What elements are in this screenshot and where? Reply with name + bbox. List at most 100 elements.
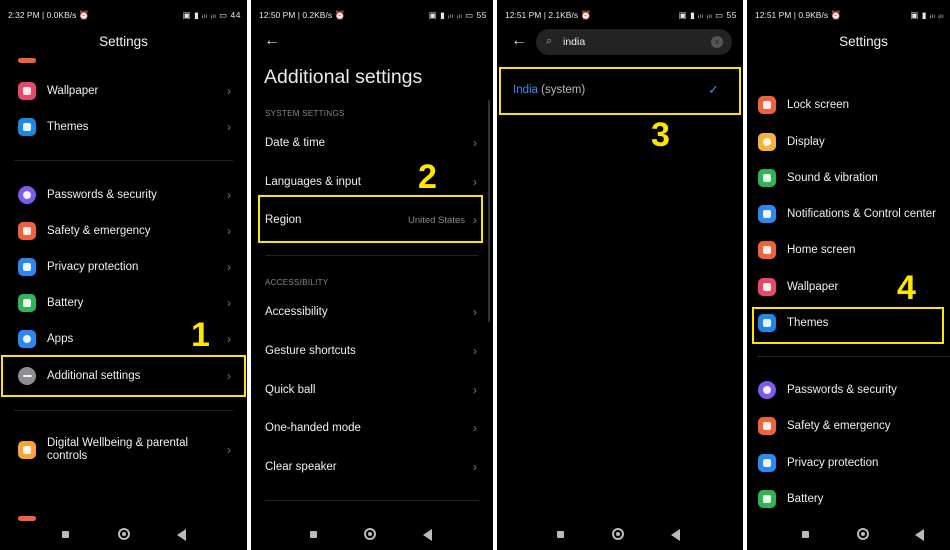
settings-item-privacy[interactable]: Privacy protection [747,446,950,480]
divider [14,160,233,161]
settings-item-wellbeing[interactable]: Digital Wellbeing & parental controls › [0,432,247,468]
panel-settings-1: 2:32 PM | 0.0KB/s ⏰ ▣ ▮ ᵢₗₗ ᵢₗₗ ▭ 44 Set… [0,0,247,550]
search-input[interactable]: ⌕ india × [536,29,732,55]
settings-item-battery[interactable]: Battery › [0,286,247,320]
emergency-icon [18,222,36,240]
chevron-right-icon: › [227,260,231,274]
settings-item-wallpaper[interactable]: Wallpaper › [0,74,247,108]
settings-item-display[interactable]: Display [747,125,950,159]
scrollbar[interactable] [488,100,490,322]
settings-item-label: Clear speaker [265,460,337,473]
status-bar: 2:32 PM | 0.0KB/s ⏰ ▣ ▮ ᵢₗₗ ᵢₗₗ ▭ 44 [0,0,247,30]
settings-item-label: Safety & emergency [47,224,151,237]
settings-item-label: Privacy protection [787,456,879,469]
wellbeing-icon [18,441,36,459]
settings-item-gesture[interactable]: Gesture shortcuts › [251,334,493,368]
home-button[interactable] [364,528,376,540]
settings-item-one-handed[interactable]: One-handed mode › [251,411,493,445]
chevron-right-icon: › [473,421,477,435]
wallpaper-icon [18,82,36,100]
settings-item-safety[interactable]: Safety & emergency [747,409,950,443]
wallpaper-icon [758,278,776,296]
highlight-box [1,355,246,397]
privacy-icon [18,258,36,276]
status-icons: ▣ ▮ ᵢₗₗ ᵢₗₗ ▭ 44 [182,10,241,20]
settings-item-safety[interactable]: Safety & emergency › [0,214,247,248]
status-icons: ▣ ▮ ᵢₗₗ ᵢₗₗ ▭ 55 [428,10,487,20]
settings-item-quick-ball[interactable]: Quick ball › [251,373,493,407]
settings-item-label: Battery [47,296,84,309]
settings-item-label: Themes [47,120,89,133]
back-button[interactable] [177,529,186,541]
settings-item-passwords[interactable]: Passwords & security › [0,178,247,212]
settings-item-label: Digital Wellbeing & parental controls [47,437,189,462]
status-time: 12:51 PM | 0.9KB/s ⏰ [755,10,842,20]
chevron-right-icon: › [227,296,231,310]
settings-item-label: Languages & input [265,175,361,188]
settings-item-passwords[interactable]: Passwords & security [747,373,950,407]
highlight-box [499,67,741,115]
chevron-right-icon: › [473,136,477,150]
page-title: Settings [99,34,148,49]
chevron-right-icon: › [473,175,477,189]
navigation-bar [251,520,493,550]
step-number: 4 [897,269,916,307]
navigation-bar [0,520,247,550]
display-icon [758,133,776,151]
divider [265,255,479,256]
settings-item-clear-speaker[interactable]: Clear speaker › [251,450,493,484]
privacy-icon [758,454,776,472]
search-icon: ⌕ [546,35,553,47]
settings-item-label: Lock screen [787,98,850,111]
apps-icon [18,330,36,348]
home-button[interactable] [857,528,869,540]
recents-button[interactable] [62,531,69,538]
settings-item-battery[interactable]: Battery [747,482,950,516]
partial-icon [18,58,36,63]
home-button[interactable] [118,528,130,540]
settings-item-date-time[interactable]: Date & time › [251,126,493,160]
step-number: 2 [418,158,437,196]
settings-item-label: Passwords & security [47,188,157,201]
settings-item-label: Accessibility [265,305,328,318]
chevron-right-icon: › [227,443,231,457]
chevron-right-icon: › [473,460,477,474]
back-button[interactable] [915,529,924,541]
settings-item-sound[interactable]: Sound & vibration [747,161,950,195]
settings-item-apps[interactable]: Apps › [0,322,247,356]
navigation-bar [497,520,743,550]
back-button[interactable] [671,529,680,541]
divider [14,410,233,411]
chevron-right-icon: › [473,305,477,319]
chevron-right-icon: › [227,84,231,98]
status-bar: 12:51 PM | 0.9KB/s ⏰ ▣ ▮ ᵢₗₗ ᵢₗₗ [747,0,950,30]
recents-button[interactable] [557,531,564,538]
chevron-right-icon: › [227,224,231,238]
home-button[interactable] [612,528,624,540]
page-title: Additional settings [264,66,423,88]
back-arrow-icon[interactable]: ← [264,32,280,50]
settings-item-wallpaper[interactable]: Wallpaper [747,270,950,304]
settings-item-lock-screen[interactable]: Lock screen [747,88,950,122]
settings-item-home-screen[interactable]: Home screen [747,233,950,267]
settings-item-notifications[interactable]: Notifications & Control center [747,197,950,231]
settings-item-label: Sound & vibration [787,171,878,184]
settings-item-privacy[interactable]: Privacy protection › [0,250,247,284]
recents-button[interactable] [802,531,809,538]
back-button[interactable] [423,529,432,541]
settings-item-accessibility[interactable]: Accessibility › [251,295,493,329]
clear-icon[interactable]: × [711,36,723,48]
settings-item-label: Wallpaper [47,84,99,97]
recents-button[interactable] [310,531,317,538]
step-number: 1 [191,316,210,354]
chevron-right-icon: › [227,188,231,202]
panel-additional-settings: 12:50 PM | 0.2KB/s ⏰ ▣ ▮ ᵢₗₗ ᵢₗₗ ▭ 55 ← … [251,0,493,550]
settings-item-themes[interactable]: Themes › [0,110,247,144]
settings-item-languages[interactable]: Languages & input › [251,165,493,199]
step-number: 3 [651,116,670,154]
fingerprint-icon [18,186,36,204]
back-arrow-icon[interactable]: ← [511,32,527,50]
home-icon [758,241,776,259]
panel-settings-2: 12:51 PM | 0.9KB/s ⏰ ▣ ▮ ᵢₗₗ ᵢₗₗ Setting… [747,0,950,550]
settings-item-label: Display [787,135,825,148]
